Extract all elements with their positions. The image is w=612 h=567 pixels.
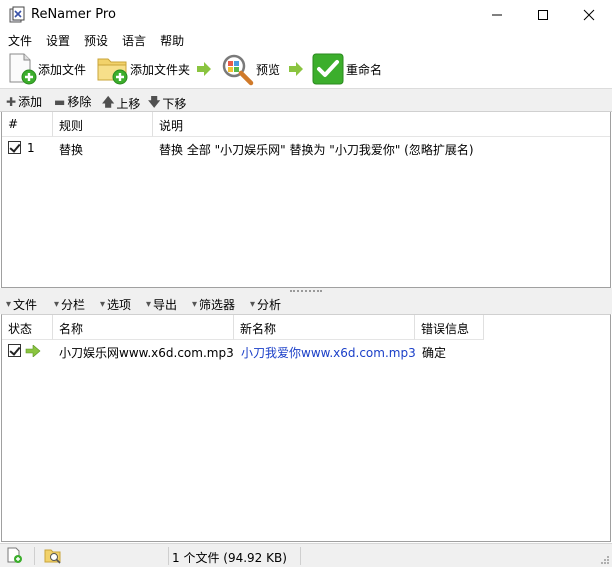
files-menu-label: 文件 — [13, 298, 38, 312]
flow-arrow-icon — [197, 62, 211, 76]
remove-rule-label: 移除 — [67, 95, 92, 109]
dropdown-icon: ▾ — [54, 299, 60, 310]
rule-index: 1 — [27, 141, 35, 155]
app-logo-icon — [9, 6, 25, 23]
rules-toolbar: ✚ 添加 ▬ 移除 🡅 上移 🡇 下移 — [0, 88, 612, 112]
minimize-icon — [492, 14, 502, 16]
resize-grip-icon[interactable] — [600, 555, 610, 565]
add-rule-label: 添加 — [18, 95, 43, 109]
column-header-name[interactable]: 名称 — [53, 315, 234, 340]
columns-menu-label: 分栏 — [61, 298, 86, 312]
status-separator — [34, 547, 35, 565]
add-files-label: 添加文件 — [38, 62, 87, 77]
analyze-menu-button[interactable]: ▾ 分析 — [250, 296, 281, 313]
maximize-button[interactable] — [520, 0, 566, 30]
close-icon — [583, 9, 595, 21]
add-files-button[interactable]: 添加文件 — [6, 51, 86, 87]
minimize-button[interactable] — [474, 0, 520, 30]
minus-icon: ▬ — [54, 94, 66, 109]
analyze-menu-label: 分析 — [257, 298, 282, 312]
dropdown-icon: ▾ — [250, 299, 256, 310]
rule-checkbox[interactable] — [8, 141, 21, 154]
filters-menu-button[interactable]: ▾ 筛选器 — [192, 296, 235, 313]
maximize-icon — [538, 10, 548, 20]
new-file-icon[interactable] — [6, 547, 23, 564]
window-title: ReNamer Pro — [31, 7, 116, 22]
arrow-up-icon: 🡅 — [102, 95, 115, 109]
column-header-description[interactable]: 说明 — [153, 112, 610, 137]
dropdown-icon: ▾ — [6, 299, 12, 310]
ready-arrow-icon — [25, 345, 41, 357]
export-menu-button[interactable]: ▾ 导出 — [146, 296, 177, 313]
files-menu-button[interactable]: ▾ 文件 — [6, 296, 37, 313]
green-check-icon — [312, 53, 344, 85]
remove-rule-button[interactable]: ▬ 移除 — [54, 93, 91, 110]
menu-language[interactable]: 语言 — [114, 30, 152, 51]
dropdown-icon: ▾ — [192, 299, 198, 310]
file-new-name: 小刀我爱你www.x6d.com.mp3 — [241, 346, 416, 360]
rename-label: 重命名 — [346, 62, 383, 77]
rules-table: # 规则 说明 1 替换 替换 全部 "小刀娱乐网" 替换为 "小刀我爱你" (… — [1, 112, 611, 288]
status-separator — [168, 547, 169, 565]
add-rule-button[interactable]: ✚ 添加 — [6, 93, 42, 110]
column-header-index[interactable]: # — [2, 112, 53, 137]
file-count-status: 1 个文件 (94.92 KB) — [172, 551, 287, 565]
filters-menu-label: 筛选器 — [199, 298, 236, 312]
arrow-down-icon: 🡇 — [148, 95, 161, 109]
menu-help[interactable]: 帮助 — [152, 30, 190, 51]
options-menu-button[interactable]: ▾ 选项 — [100, 296, 131, 313]
columns-menu-button[interactable]: ▾ 分栏 — [54, 296, 85, 313]
table-row[interactable]: 小刀娱乐网www.x6d.com.mp3 小刀我爱你www.x6d.com.mp… — [2, 341, 484, 361]
menu-settings[interactable]: 设置 — [38, 30, 76, 51]
column-header-error[interactable]: 错误信息 — [415, 315, 484, 340]
add-folder-label: 添加文件夹 — [130, 62, 191, 77]
file-name: 小刀娱乐网www.x6d.com.mp3 — [59, 346, 234, 360]
file-error-message: 确定 — [422, 346, 447, 360]
table-row[interactable]: 1 替换 替换 全部 "小刀娱乐网" 替换为 "小刀我爱你" (忽略扩展名) — [2, 138, 610, 158]
search-folder-icon[interactable] — [44, 547, 62, 564]
page-add-icon — [9, 53, 37, 85]
plus-icon: ✚ — [6, 94, 17, 109]
flow-arrow-icon — [289, 62, 303, 76]
move-down-label: 下移 — [162, 97, 187, 111]
options-menu-label: 选项 — [107, 298, 132, 312]
close-button[interactable] — [566, 0, 612, 30]
title-bar: ReNamer Pro — [0, 0, 612, 30]
status-separator — [300, 547, 301, 565]
files-table: 状态 名称 新名称 错误信息 小刀娱乐网www.x6d.com.mp3 小刀我爱… — [1, 314, 611, 542]
files-toolbar: ▾ 文件 ▾ 分栏 ▾ 选项 ▾ 导出 ▾ 筛选器 ▾ 分析 — [0, 294, 612, 314]
preview-label: 预览 — [256, 62, 281, 77]
menu-file[interactable]: 文件 — [0, 30, 38, 51]
status-bar: 1 个文件 (94.92 KB) — [0, 543, 612, 567]
dropdown-icon: ▾ — [146, 299, 152, 310]
move-down-button[interactable]: 🡇 下移 — [148, 93, 186, 114]
preview-button[interactable]: 预览 — [220, 51, 280, 87]
column-header-rule[interactable]: 规则 — [53, 112, 153, 137]
rename-button[interactable]: 重命名 — [312, 51, 382, 87]
main-toolbar: 添加文件 添加文件夹 预览 重命名 — [0, 51, 612, 87]
move-up-button[interactable]: 🡅 上移 — [102, 93, 140, 114]
file-checkbox[interactable] — [8, 344, 21, 357]
magnifier-icon — [222, 54, 254, 86]
export-menu-label: 导出 — [153, 298, 178, 312]
column-header-status[interactable]: 状态 — [2, 315, 53, 340]
menu-presets[interactable]: 预设 — [76, 30, 114, 51]
rule-description: 替换 全部 "小刀娱乐网" 替换为 "小刀我爱你" (忽略扩展名) — [159, 143, 474, 157]
column-header-new-name[interactable]: 新名称 — [234, 315, 415, 340]
rule-name: 替换 — [59, 143, 84, 157]
move-up-label: 上移 — [116, 97, 141, 111]
splitter-grip — [290, 290, 322, 292]
dropdown-icon: ▾ — [100, 299, 106, 310]
menu-bar: 文件 设置 预设 语言 帮助 — [0, 30, 612, 51]
folder-add-icon — [97, 58, 128, 85]
add-folder-button[interactable]: 添加文件夹 — [96, 51, 190, 87]
